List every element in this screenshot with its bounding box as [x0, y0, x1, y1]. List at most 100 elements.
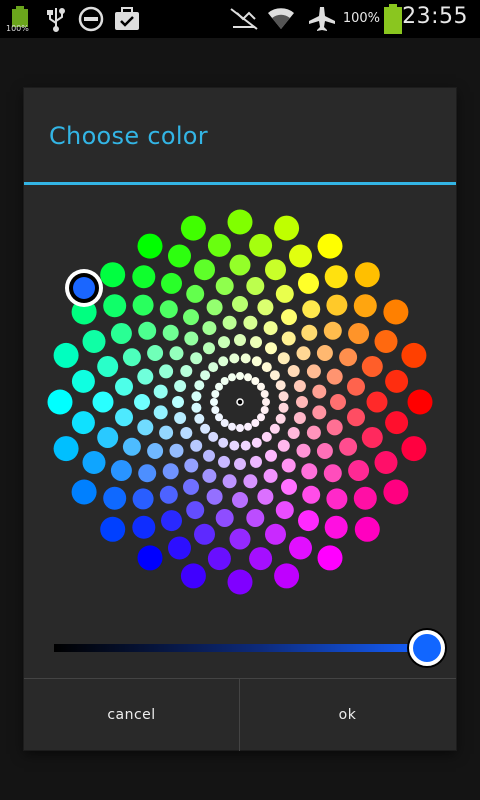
color-swatch[interactable]: [194, 380, 205, 391]
color-swatch[interactable]: [293, 412, 306, 424]
color-swatch[interactable]: [103, 294, 127, 318]
color-swatch[interactable]: [159, 485, 178, 504]
color-swatch[interactable]: [249, 547, 273, 571]
color-swatch[interactable]: [206, 299, 223, 316]
color-swatch[interactable]: [180, 215, 206, 241]
color-swatch[interactable]: [137, 233, 163, 259]
color-swatch[interactable]: [211, 390, 220, 398]
color-swatch[interactable]: [218, 437, 229, 448]
color-swatch[interactable]: [218, 455, 230, 468]
color-swatch[interactable]: [281, 309, 297, 326]
color-swatch[interactable]: [184, 458, 199, 473]
color-swatch[interactable]: [287, 427, 300, 439]
color-swatch[interactable]: [302, 485, 321, 504]
color-swatch[interactable]: [122, 348, 141, 367]
color-swatch[interactable]: [132, 265, 156, 289]
color-swatch[interactable]: [202, 321, 217, 336]
color-swatch[interactable]: [326, 368, 343, 385]
color-swatch[interactable]: [159, 300, 178, 319]
color-swatch[interactable]: [236, 424, 244, 432]
color-swatch[interactable]: [161, 272, 182, 294]
color-swatch[interactable]: [244, 373, 252, 382]
color-swatch[interactable]: [265, 342, 277, 355]
color-swatch[interactable]: [110, 460, 132, 481]
color-swatch[interactable]: [281, 458, 296, 473]
color-swatch[interactable]: [278, 402, 289, 413]
color-swatch[interactable]: [385, 369, 409, 393]
color-swatch[interactable]: [246, 509, 265, 527]
color-swatch[interactable]: [306, 364, 321, 379]
color-swatch[interactable]: [251, 419, 260, 427]
color-swatch[interactable]: [82, 451, 106, 474]
color-swatch[interactable]: [261, 431, 272, 442]
color-swatch[interactable]: [194, 523, 215, 545]
color-swatch[interactable]: [168, 536, 191, 560]
color-swatch[interactable]: [147, 443, 164, 459]
color-swatch[interactable]: [274, 215, 300, 241]
color-swatch[interactable]: [47, 389, 73, 415]
color-swatch[interactable]: [385, 411, 409, 435]
color-swatch[interactable]: [134, 394, 150, 410]
color-swatch[interactable]: [92, 391, 114, 413]
color-swatch[interactable]: [184, 331, 199, 346]
color-swatch[interactable]: [222, 315, 237, 330]
color-swatch[interactable]: [194, 413, 205, 424]
color-swatch[interactable]: [207, 547, 231, 571]
color-swatch[interactable]: [53, 436, 79, 462]
color-swatch[interactable]: [100, 262, 126, 288]
color-swatch[interactable]: [232, 492, 248, 508]
color-swatch[interactable]: [287, 365, 300, 377]
color-swatch[interactable]: [265, 449, 277, 462]
color-swatch[interactable]: [401, 436, 427, 462]
color-swatch[interactable]: [348, 323, 370, 344]
color-swatch[interactable]: [191, 391, 202, 402]
color-swatch[interactable]: [243, 474, 258, 489]
color-swatch[interactable]: [227, 209, 253, 235]
ok-button[interactable]: ok: [240, 679, 455, 751]
color-swatch[interactable]: [180, 563, 206, 589]
color-swatch[interactable]: [210, 398, 218, 406]
color-swatch[interactable]: [215, 382, 223, 391]
color-swatch[interactable]: [215, 277, 234, 295]
color-swatch[interactable]: [260, 390, 269, 398]
color-swatch[interactable]: [132, 515, 156, 539]
color-swatch[interactable]: [296, 396, 308, 408]
color-swatch[interactable]: [200, 370, 211, 381]
color-swatch[interactable]: [71, 369, 95, 393]
color-swatch[interactable]: [275, 380, 286, 391]
color-swatch[interactable]: [361, 356, 383, 377]
color-swatch[interactable]: [53, 342, 79, 368]
color-swatch[interactable]: [115, 408, 133, 427]
color-swatch[interactable]: [261, 362, 272, 373]
color-swatch[interactable]: [232, 296, 248, 312]
color-swatch[interactable]: [289, 244, 312, 268]
color-swatch[interactable]: [312, 405, 327, 420]
color-swatch[interactable]: [229, 440, 240, 451]
color-swatch[interactable]: [137, 368, 154, 385]
color-swatch[interactable]: [138, 464, 157, 483]
color-swatch[interactable]: [257, 299, 274, 316]
color-swatch[interactable]: [347, 408, 365, 427]
color-swatch[interactable]: [324, 265, 348, 289]
color-swatch[interactable]: [374, 451, 398, 474]
color-swatch[interactable]: [244, 422, 252, 431]
color-swatch[interactable]: [220, 419, 229, 427]
color-swatch[interactable]: [169, 443, 184, 458]
color-swatch[interactable]: [383, 479, 409, 505]
color-swatch[interactable]: [249, 233, 273, 257]
color-swatch[interactable]: [190, 352, 203, 365]
color-swatch[interactable]: [228, 373, 236, 382]
color-swatch[interactable]: [234, 334, 246, 346]
color-swatch[interactable]: [251, 377, 260, 385]
color-swatch[interactable]: [71, 479, 97, 505]
color-swatch[interactable]: [191, 402, 202, 413]
color-swatch[interactable]: [161, 510, 182, 532]
color-swatch[interactable]: [326, 419, 343, 436]
color-swatch[interactable]: [289, 536, 312, 560]
brightness-slider-track[interactable]: [54, 644, 426, 652]
color-swatch[interactable]: [229, 254, 251, 276]
color-swatch[interactable]: [278, 391, 289, 402]
color-swatch[interactable]: [296, 346, 311, 361]
color-swatch[interactable]: [215, 413, 223, 422]
color-swatch[interactable]: [316, 443, 333, 459]
